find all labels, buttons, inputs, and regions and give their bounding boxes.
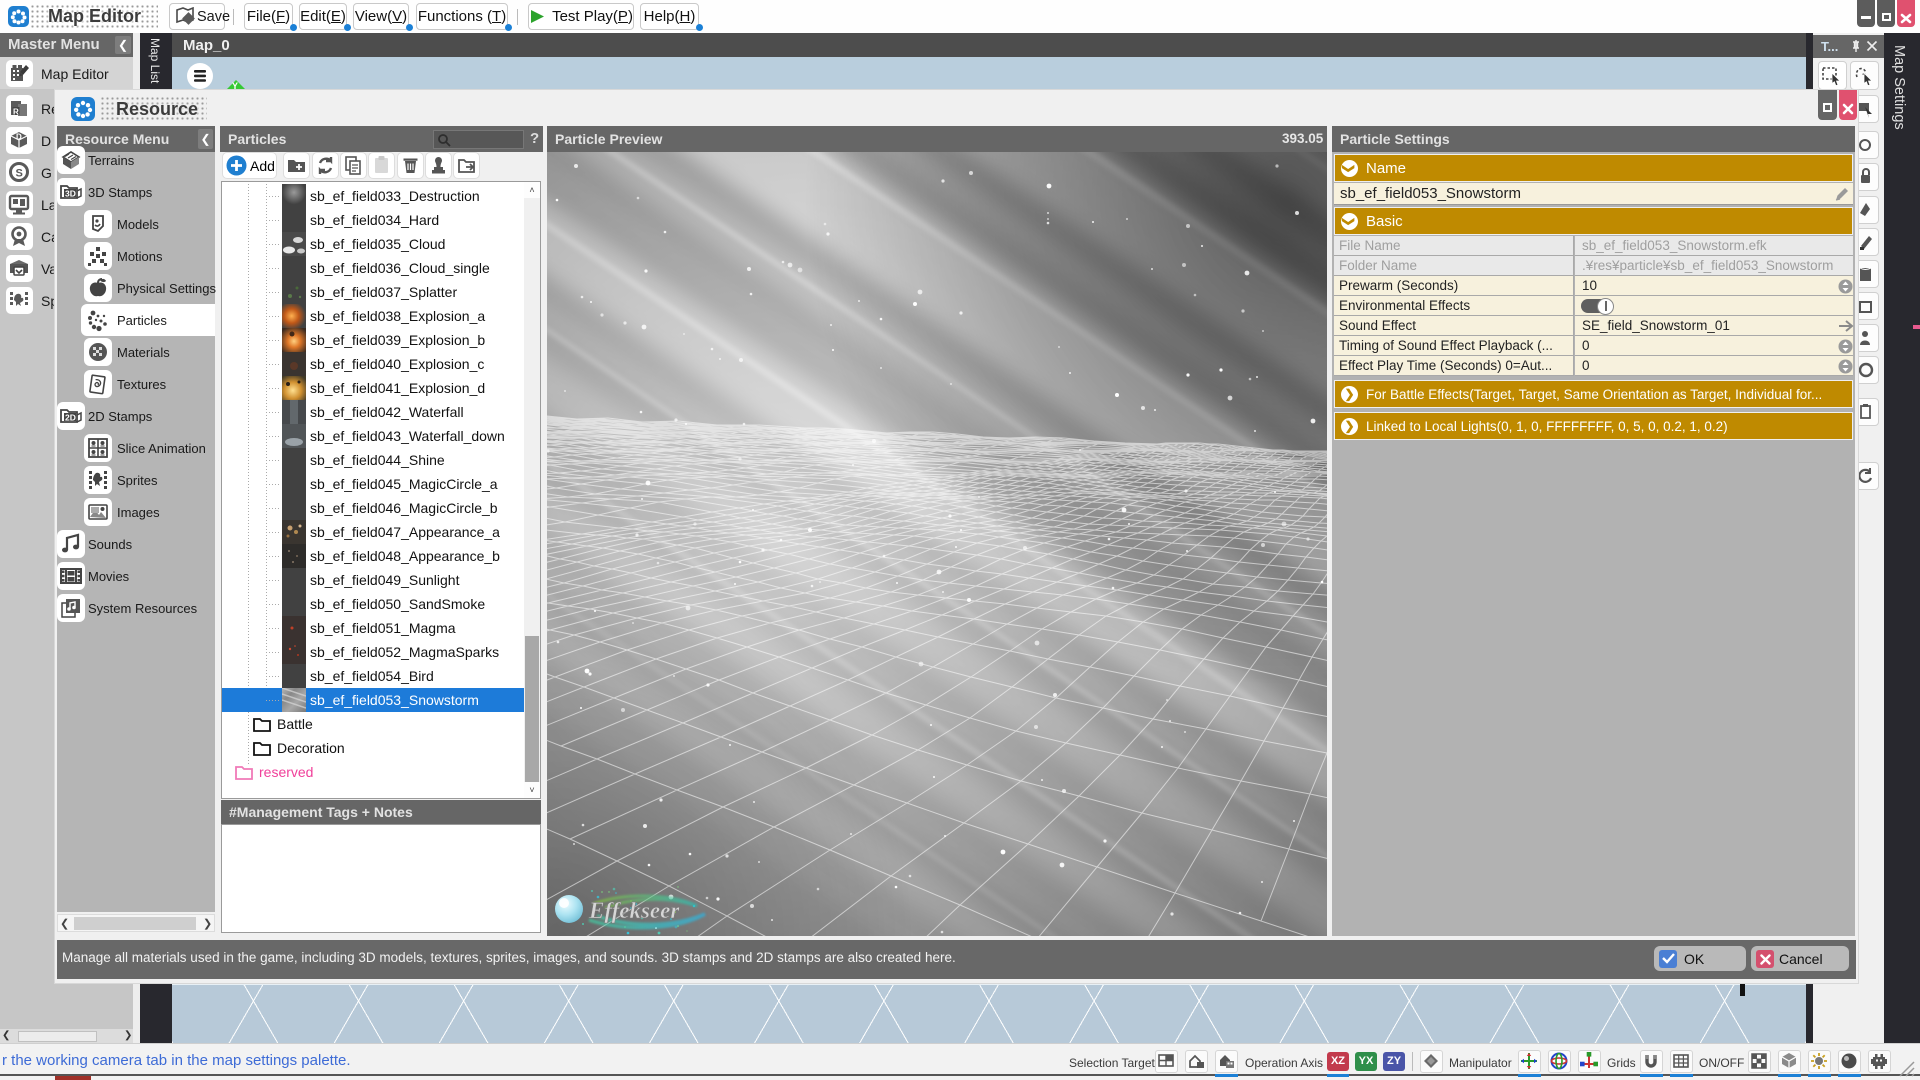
svg-text:Effekseer: Effekseer	[588, 898, 680, 923]
svg-text:D: D	[16, 133, 22, 142]
svg-text:3D: 3D	[65, 189, 76, 199]
svg-text:2D: 2D	[65, 413, 76, 423]
svg-text:Y: Y	[232, 81, 238, 90]
svg-text:S: S	[16, 168, 23, 180]
svg-text:R: R	[13, 108, 19, 117]
